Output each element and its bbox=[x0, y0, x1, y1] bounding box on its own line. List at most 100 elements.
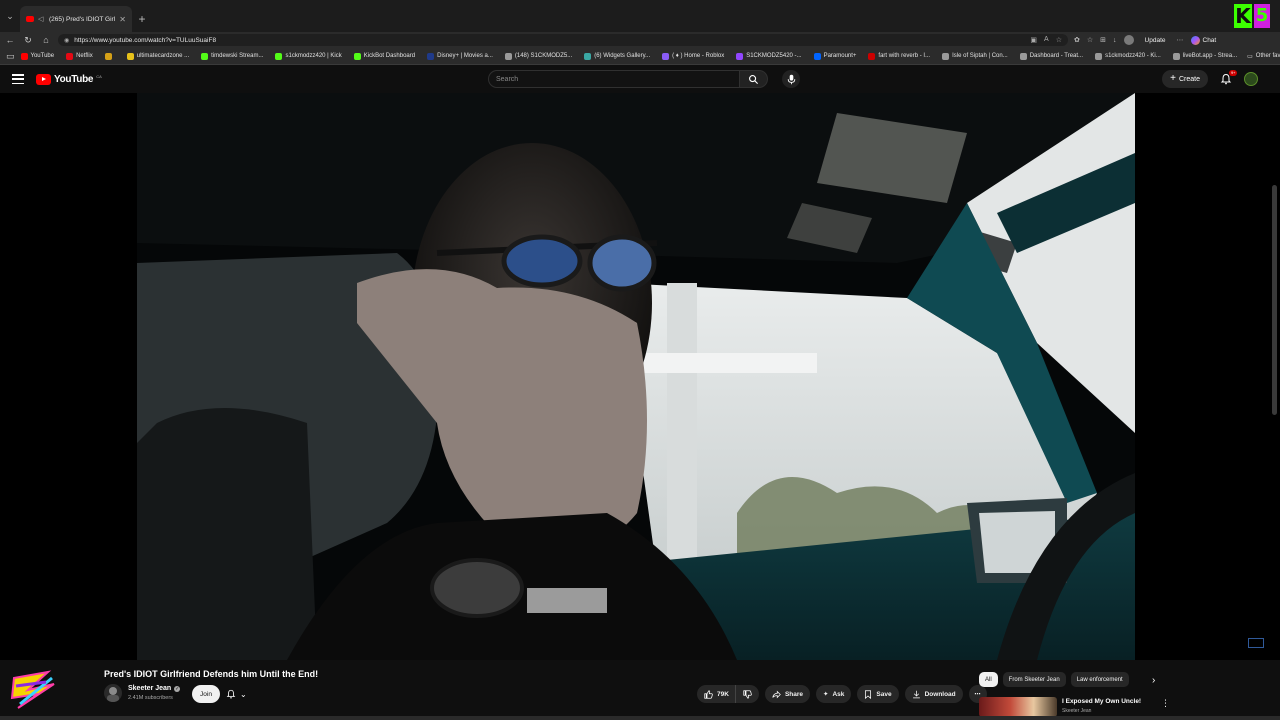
browser-tab-active[interactable]: ◁ (265) Pred's IDIOT Girlfriend D ✕ bbox=[20, 6, 132, 32]
ask-button[interactable]: ✦ Ask bbox=[816, 685, 852, 703]
more-menu-icon[interactable]: ⋯ bbox=[1177, 36, 1184, 44]
bookmark-label: Isle of Siptah | Con... bbox=[952, 53, 1008, 59]
new-tab-button[interactable]: + bbox=[132, 6, 152, 32]
recommended-video-thumbnail[interactable] bbox=[979, 697, 1057, 717]
share-button[interactable]: Share bbox=[764, 685, 811, 703]
bookmark-favicon-icon bbox=[942, 52, 950, 60]
search-input[interactable]: Search bbox=[488, 70, 740, 88]
chevron-down-icon: ⌄ bbox=[240, 689, 247, 699]
recommended-video-channel[interactable]: Skeeter Jean bbox=[1062, 708, 1091, 714]
video-frame-image bbox=[137, 93, 1135, 660]
favorites-icon[interactable]: ☆ bbox=[1087, 36, 1093, 44]
bookmark-favicon-icon bbox=[20, 52, 28, 60]
url-text: https://www.youtube.com/watch?v=TULuuSua… bbox=[74, 36, 217, 44]
profile-avatar[interactable] bbox=[1123, 35, 1134, 45]
like-button[interactable]: 79K bbox=[697, 685, 736, 703]
sparkle-icon: ✦ bbox=[823, 691, 829, 698]
verified-check-icon: ✓ bbox=[174, 685, 181, 692]
channel-avatar[interactable] bbox=[104, 684, 122, 702]
youtube-logo[interactable]: YouTube CA bbox=[36, 73, 102, 85]
home-icon[interactable]: ⌂ bbox=[40, 34, 52, 46]
bookmark-icon bbox=[865, 689, 872, 699]
extensions-icon[interactable]: ✿ bbox=[1074, 36, 1080, 44]
bookmark-favicon-icon bbox=[504, 52, 512, 60]
bookmark-item[interactable]: ( ♦ ) Home - Roblox bbox=[656, 52, 730, 60]
tab-actions-icon[interactable]: ▭ bbox=[6, 50, 15, 62]
join-button[interactable]: Join bbox=[192, 685, 220, 703]
update-button[interactable]: Update bbox=[1141, 37, 1170, 44]
bookmark-label: timdewski Stream... bbox=[211, 53, 264, 59]
copilot-chat-button[interactable]: Chat bbox=[1190, 35, 1217, 45]
folder-icon: ▭ bbox=[1247, 53, 1253, 60]
subscription-bell-button[interactable]: ⌄ bbox=[226, 685, 247, 703]
bookmark-item[interactable]: S1CKMODZ5420 -... bbox=[730, 52, 807, 60]
recommended-video-title[interactable]: I Exposed My Own Uncle! bbox=[1062, 698, 1141, 705]
ask-label: Ask bbox=[832, 690, 845, 698]
youtube-wordmark: YouTube bbox=[54, 73, 94, 85]
other-favorites-folder[interactable]: ▭Other favorites bbox=[1243, 53, 1280, 60]
downloads-icon[interactable]: ↓ bbox=[1113, 37, 1117, 44]
chat-label: Chat bbox=[1202, 36, 1217, 44]
horizontal-scrollbar[interactable] bbox=[0, 716, 1280, 720]
bookmark-item[interactable]: YouTube bbox=[15, 52, 61, 60]
bookmark-item[interactable]: Disney+ | Movies a... bbox=[421, 52, 499, 60]
channel-name[interactable]: Skeeter Jean ✓ bbox=[128, 685, 181, 692]
bookmark-item[interactable]: (6) Widgets Gallery... bbox=[578, 52, 656, 60]
browser-tab-strip: ⌄ ◁ (265) Pred's IDIOT Girlfriend D ✕ + … bbox=[0, 0, 1280, 32]
account-avatar[interactable] bbox=[1244, 72, 1258, 86]
bookmark-item[interactable] bbox=[99, 52, 121, 60]
chip-from-channel[interactable]: From Skeeter Jean bbox=[1002, 672, 1066, 687]
bookmark-favicon-icon bbox=[66, 52, 74, 60]
bookmark-item[interactable]: (148) S1CKMODZ5... bbox=[499, 52, 578, 60]
close-tab-icon[interactable]: ✕ bbox=[119, 15, 126, 24]
bookmark-item[interactable]: fart with reverb - I... bbox=[862, 52, 936, 60]
bookmark-label: liveBot.app - Strea... bbox=[1182, 53, 1238, 59]
notifications-button[interactable]: 9+ bbox=[1220, 70, 1237, 85]
dislike-button[interactable] bbox=[735, 685, 759, 703]
voice-search-button[interactable] bbox=[782, 70, 800, 88]
bookmark-favicon-icon bbox=[275, 52, 283, 60]
bookmark-item[interactable]: KickBot Dashboard bbox=[348, 52, 421, 60]
speaker-icon[interactable]: ◁ bbox=[38, 16, 45, 23]
country-code: CA bbox=[96, 73, 102, 79]
address-bar-row: ← ↻ ⌂ ◉ https://www.youtube.com/watch?v=… bbox=[0, 32, 1280, 48]
create-button[interactable]: + Create bbox=[1162, 70, 1208, 88]
chip-all[interactable]: All bbox=[979, 672, 998, 687]
collections-icon[interactable]: ⊞ bbox=[1100, 36, 1106, 44]
bookmark-item[interactable]: s1ckmodzz420 | Kick bbox=[269, 52, 347, 60]
url-input[interactable]: ◉ https://www.youtube.com/watch?v=TULuuS… bbox=[58, 34, 1068, 46]
share-label: Share bbox=[784, 690, 804, 698]
video-frame[interactable] bbox=[137, 93, 1135, 660]
bookmark-label: Netflix bbox=[76, 53, 93, 59]
back-arrow-icon[interactable]: ← bbox=[4, 34, 16, 46]
bookmark-item[interactable]: Isle of Siptah | Con... bbox=[936, 52, 1014, 60]
video-player[interactable] bbox=[0, 93, 1280, 660]
favorite-star-icon[interactable]: ☆ bbox=[1056, 36, 1062, 44]
bookmark-item[interactable]: s1ckmodzz420 - Ki... bbox=[1089, 52, 1167, 60]
bookmark-item[interactable]: Paramount+ bbox=[808, 52, 863, 60]
save-button[interactable]: Save bbox=[857, 685, 899, 703]
video-actions: 79K Share ✦ Ask Save Download ⋯ bbox=[697, 685, 987, 703]
download-button[interactable]: Download bbox=[904, 685, 963, 703]
youtube-masthead: YouTube CA Search + Create 9+ bbox=[0, 65, 1280, 93]
tab-list-chevron-icon[interactable]: ⌄ bbox=[0, 0, 20, 32]
bookmark-item[interactable]: timdewski Stream... bbox=[195, 52, 269, 60]
bookmark-item[interactable]: Dashboard - Treat... bbox=[1014, 52, 1089, 60]
chip-law-enforcement[interactable]: Law enforcement bbox=[1070, 672, 1129, 687]
chevron-right-icon[interactable]: › bbox=[1152, 675, 1155, 686]
refresh-icon[interactable]: ↻ bbox=[22, 34, 34, 46]
read-aloud-icon[interactable]: A bbox=[1044, 36, 1049, 44]
bookmark-item[interactable]: liveBot.app - Strea... bbox=[1167, 52, 1243, 60]
bookmark-label: Dashboard - Treat... bbox=[1029, 53, 1084, 59]
bookmark-item[interactable]: Netflix bbox=[60, 52, 99, 60]
search-button[interactable] bbox=[740, 70, 768, 88]
app-available-icon[interactable]: ▣ bbox=[1030, 36, 1037, 44]
more-vertical-icon[interactable]: ⋮ bbox=[1161, 698, 1170, 709]
bookmark-favicon-icon bbox=[1095, 52, 1103, 60]
guide-menu-icon[interactable] bbox=[12, 74, 24, 84]
share-arrow-icon bbox=[772, 690, 781, 698]
video-watermark-logo bbox=[1248, 638, 1264, 648]
page-scrollbar[interactable] bbox=[1272, 185, 1277, 415]
bookmark-item[interactable]: ultimatecardzone ... bbox=[121, 52, 195, 60]
site-info-icon[interactable]: ◉ bbox=[64, 37, 69, 44]
